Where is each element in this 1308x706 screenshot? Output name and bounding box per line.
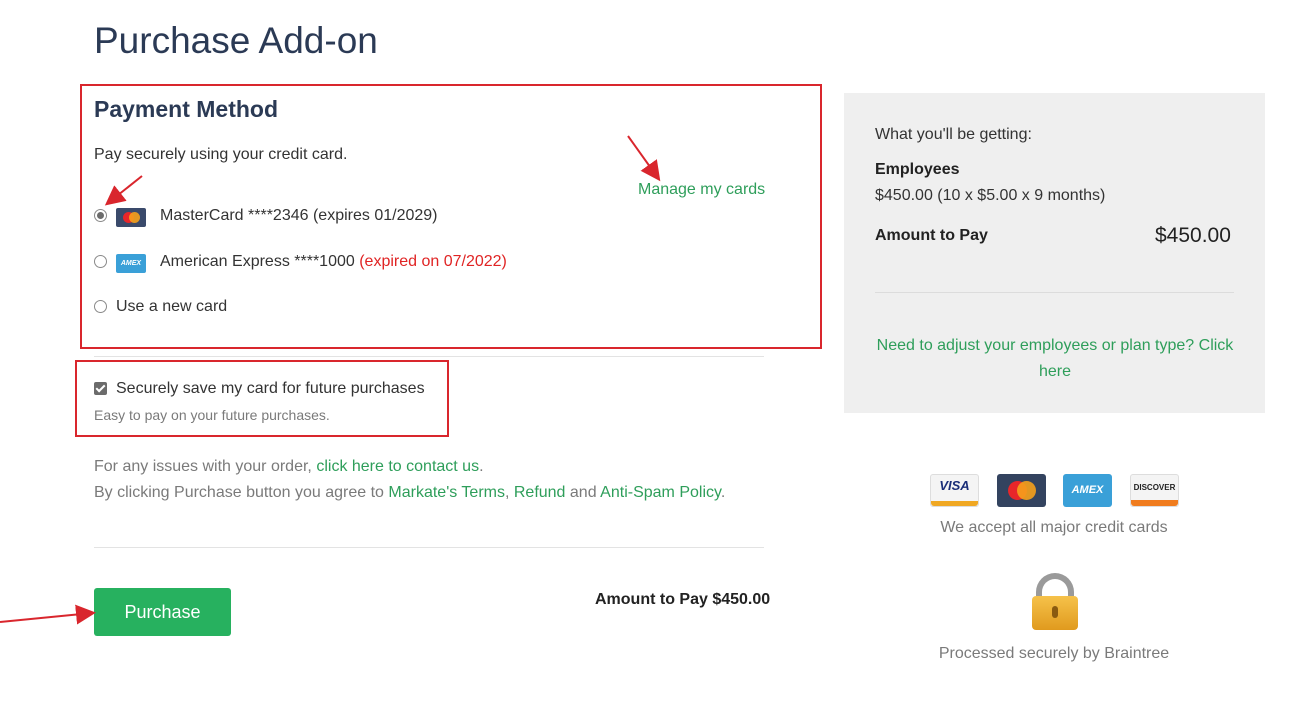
arrow-to-manage-cards: [627, 135, 661, 182]
annotation-arrows: [0, 135, 661, 625]
arrow-to-purchase-button: [0, 604, 96, 625]
arrow-to-mastercard-radio: [104, 175, 143, 206]
